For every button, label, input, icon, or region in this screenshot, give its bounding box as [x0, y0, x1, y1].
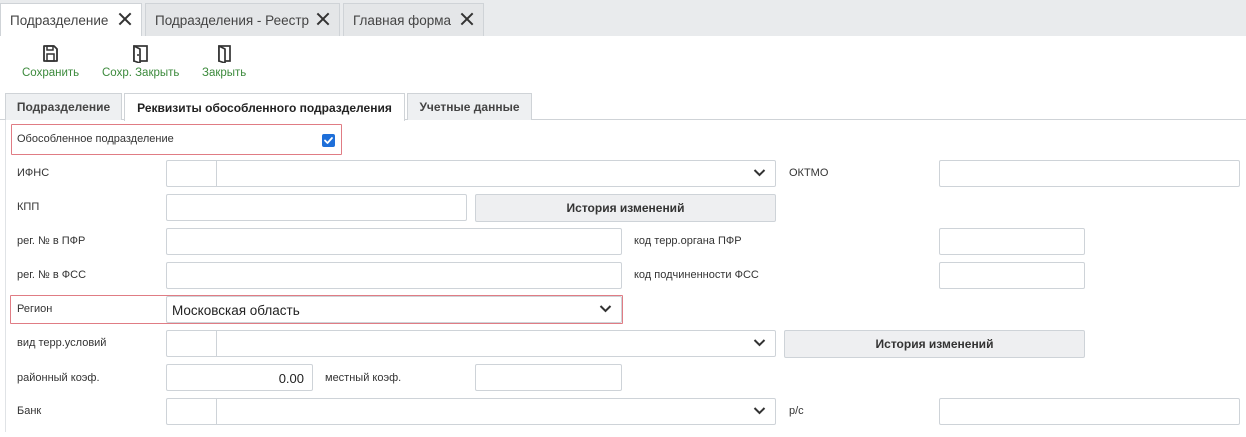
pfr-terr-label: код терр.органа ПФР [634, 235, 742, 247]
chevron-down-icon[interactable] [753, 168, 766, 177]
history-button-label: История изменений [875, 337, 994, 351]
district-coef-value: 0.00 [278, 371, 304, 386]
fss-sub-label: код подчиненности ФСС [634, 269, 759, 281]
save-button[interactable]: Сохранить [22, 44, 79, 79]
ifns-combo[interactable] [166, 160, 776, 187]
separate-unit-label: Обособленное подразделение [17, 133, 174, 145]
doc-tab-label: Главная форма [353, 12, 452, 28]
region-value: Московская область [172, 303, 300, 318]
pfr-reg-label: рег. № в ПФР [17, 235, 86, 247]
doc-tab-podrazdelenie[interactable]: Подразделение [0, 3, 142, 36]
checkmark-icon [324, 137, 333, 144]
close-icon[interactable] [118, 12, 132, 26]
history-button-2[interactable]: История изменений [784, 330, 1085, 358]
region-label: Регион [17, 303, 53, 315]
section-tab-bar: Подразделение Реквизиты обособленного по… [0, 92, 1246, 121]
fss-reg-label: рег. № в ФСС [17, 269, 87, 281]
save-exit-door-icon [133, 45, 149, 63]
save-close-button[interactable]: Сохр. Закрыть [102, 44, 179, 79]
tab-podrazdelenie[interactable]: Подразделение [5, 93, 122, 120]
local-coef-label: местный коэф. [325, 372, 402, 384]
tab-label: Учетные данные [419, 100, 520, 114]
document-tab-bar: Подразделение Подразделения - Реестр Гла… [0, 0, 1246, 36]
bank-combo[interactable] [166, 398, 776, 425]
chevron-down-icon[interactable] [753, 406, 766, 415]
region-select[interactable]: Московская область [166, 296, 622, 323]
chevron-down-icon[interactable] [599, 304, 612, 313]
ifns-code-field[interactable] [167, 161, 217, 186]
district-coef-field[interactable]: 0.00 [166, 364, 313, 391]
pfr-terr-field[interactable] [939, 228, 1085, 255]
tab-label: Реквизиты обособленного подразделения [137, 100, 392, 115]
terr-cond-label: вид терр.условий [17, 337, 107, 349]
tab-label: Подразделение [16, 100, 111, 114]
separate-unit-checkbox[interactable] [322, 134, 335, 147]
pfr-reg-field[interactable] [166, 228, 622, 255]
fss-sub-field[interactable] [939, 262, 1085, 289]
oktmo-field[interactable] [939, 160, 1240, 187]
close-icon[interactable] [316, 12, 330, 26]
oktmo-label: ОКТМО [789, 167, 829, 179]
district-coef-label: районный коэф. [17, 372, 100, 384]
tab-accounting-data[interactable]: Учетные данные [407, 93, 532, 120]
history-button-label: История изменений [566, 201, 685, 215]
terr-cond-combo[interactable] [166, 330, 776, 357]
fss-reg-field[interactable] [166, 262, 622, 289]
doc-tab-label: Подразделения - Реестр [155, 12, 310, 28]
bank-label: Банк [17, 405, 42, 417]
account-label: р/с [789, 405, 804, 417]
doc-tab-registry[interactable]: Подразделения - Реестр [145, 3, 340, 36]
close-button[interactable]: Закрыть [202, 44, 246, 79]
history-button[interactable]: История изменений [475, 194, 776, 222]
terr-cond-code-field[interactable] [167, 331, 217, 356]
close-label: Закрыть [202, 67, 247, 79]
local-coef-field[interactable] [475, 364, 622, 391]
save-close-label: Сохр. Закрыть [102, 67, 180, 79]
ifns-label: ИФНС [17, 167, 50, 179]
bank-code-field[interactable] [167, 399, 217, 424]
close-icon[interactable] [460, 12, 474, 26]
tab-separate-unit-details[interactable]: Реквизиты обособленного подразделения [124, 93, 405, 121]
kpp-field[interactable] [166, 194, 467, 221]
doc-tab-label: Подразделение [10, 12, 109, 28]
floppy-disk-icon [43, 45, 58, 62]
toolbar: Сохранить Сохр. Закрыть Закрыть [0, 36, 1246, 88]
chevron-down-icon[interactable] [753, 338, 766, 347]
doc-tab-main-form[interactable]: Главная форма [343, 3, 484, 36]
exit-door-icon [217, 45, 231, 63]
account-field[interactable] [939, 398, 1240, 425]
kpp-label: КПП [17, 201, 40, 213]
save-label: Сохранить [22, 67, 80, 79]
